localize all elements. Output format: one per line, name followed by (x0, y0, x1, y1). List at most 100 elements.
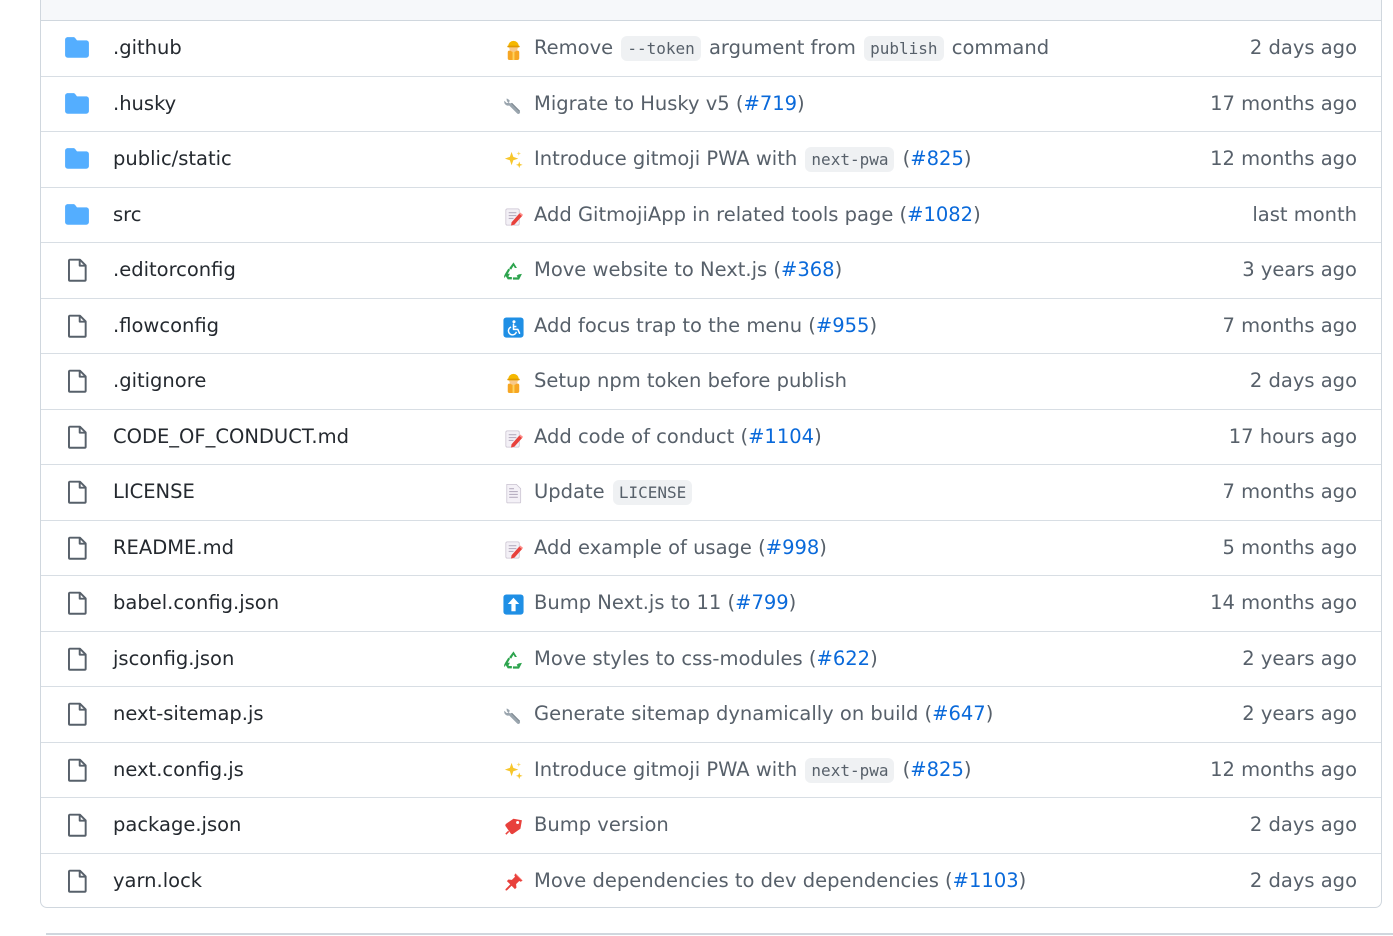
pull-request-link[interactable]: #1104 (748, 425, 814, 448)
file-row[interactable]: next.config.js Introduce gitmoji PWA with… (41, 743, 1381, 798)
pull-request-link[interactable]: #998 (766, 536, 820, 559)
folder-name-link[interactable]: src (113, 202, 141, 228)
commit-message-text[interactable]: Update (534, 480, 611, 503)
commit-age[interactable]: 2 years ago (1242, 701, 1357, 727)
commit-message-text[interactable]: Add GitmojiApp in related tools page ( (534, 203, 907, 226)
file-row[interactable]: .husky Migrate to Husky v5 (#719) 17 month… (41, 77, 1381, 132)
commit-code-snippet[interactable]: next-pwa (805, 147, 895, 172)
file-name-link[interactable]: CODE_OF_CONDUCT.md (113, 424, 349, 450)
file-name-link[interactable]: .gitignore (113, 368, 206, 394)
folder-name-link[interactable]: .github (113, 35, 182, 61)
commit-message-text[interactable]: Generate sitemap dynamically on build ( (534, 702, 932, 725)
file-row[interactable]: LICENSE Update LICENSE 7 months ago (41, 465, 1381, 521)
commit-age[interactable]: 12 months ago (1210, 757, 1357, 783)
pull-request-link[interactable]: #1082 (907, 203, 973, 226)
pull-request-link[interactable]: #368 (781, 258, 835, 281)
commit-age[interactable]: 5 months ago (1222, 535, 1357, 561)
commit-code-snippet[interactable]: --token (621, 36, 701, 61)
commit-message-text[interactable]: ) (964, 758, 972, 781)
commit-message-text[interactable]: ) (869, 314, 877, 337)
commit-age[interactable]: 17 months ago (1210, 91, 1357, 117)
commit-message-text[interactable]: Bump version (534, 813, 669, 836)
commit-age[interactable]: 12 months ago (1210, 146, 1357, 172)
commit-message-text[interactable]: Add example of usage ( (534, 536, 766, 559)
file-row[interactable]: .gitignore Setup npm token before publish… (41, 354, 1381, 410)
pull-request-link[interactable]: #825 (910, 147, 964, 170)
commit-age[interactable]: 2 days ago (1250, 368, 1357, 394)
commit-message-text[interactable]: ) (973, 203, 981, 226)
commit-age[interactable]: 17 hours ago (1229, 424, 1357, 450)
commit-message-text[interactable]: ) (835, 258, 843, 281)
commit-message-text[interactable]: Introduce gitmoji PWA with (534, 147, 803, 170)
file-name-link[interactable]: README.md (113, 535, 234, 561)
pull-request-link[interactable]: #825 (910, 758, 964, 781)
file-name-link[interactable]: package.json (113, 812, 241, 838)
pull-request-link[interactable]: #622 (817, 647, 871, 670)
commit-message-text[interactable]: Move dependencies to dev dependencies ( (534, 869, 953, 892)
commit-age[interactable]: 3 years ago (1242, 257, 1357, 283)
commit-age[interactable]: 2 days ago (1250, 812, 1357, 838)
commit-message-text[interactable]: Add code of conduct ( (534, 425, 748, 448)
file-name-link[interactable]: next-sitemap.js (113, 701, 264, 727)
folder-name-link[interactable]: .husky (113, 91, 176, 117)
file-row[interactable]: yarn.lock Move dependencies to dev depend… (41, 854, 1381, 908)
file-row[interactable]: jsconfig.json Move styles to css-modules … (41, 632, 1381, 687)
folder-name-link[interactable]: public/static (113, 146, 232, 172)
commit-age[interactable]: last month (1252, 202, 1357, 228)
pushpin-icon (502, 871, 525, 894)
commit-message-text[interactable]: Introduce gitmoji PWA with (534, 758, 803, 781)
pull-request-link[interactable]: #647 (932, 702, 986, 725)
commit-age[interactable]: 7 months ago (1222, 313, 1357, 339)
pull-request-link[interactable]: #799 (735, 591, 789, 614)
file-row[interactable]: .github Remove --token argument from publ… (41, 21, 1381, 77)
commit-message-text[interactable]: Setup npm token before publish (534, 369, 847, 392)
commit-message-text[interactable]: ( (896, 758, 911, 781)
commit-age[interactable]: 14 months ago (1210, 590, 1357, 616)
commit-message-text[interactable]: command (946, 36, 1049, 59)
commit-message-text[interactable]: Remove (534, 36, 619, 59)
file-row[interactable]: CODE_OF_CONDUCT.md Add code of conduct (#… (41, 410, 1381, 465)
commit-message-text[interactable]: Migrate to Husky v5 ( (534, 92, 743, 115)
commit-message-text[interactable]: ) (797, 92, 805, 115)
commit-age[interactable]: 2 years ago (1242, 646, 1357, 672)
commit-age[interactable]: 2 days ago (1250, 868, 1357, 894)
commit-code-snippet[interactable]: LICENSE (612, 480, 693, 505)
file-row[interactable]: .editorconfig Move website to Next.js (#3… (41, 243, 1381, 299)
file-name-link[interactable]: .flowconfig (113, 313, 219, 339)
commit-message-text[interactable]: Bump Next.js to 11 ( (534, 591, 735, 614)
commit-message-text[interactable]: ) (870, 647, 878, 670)
commit-age[interactable]: 2 days ago (1250, 35, 1357, 61)
commit-message-text[interactable]: ) (814, 425, 822, 448)
file-name-link[interactable]: LICENSE (113, 479, 195, 505)
commit-message-text[interactable]: Add focus trap to the menu ( (534, 314, 816, 337)
file-name-link[interactable]: next.config.js (113, 757, 244, 783)
file-row[interactable]: public/static Introduce gitmoji PWA with … (41, 132, 1381, 188)
commit-message-text[interactable]: Move website to Next.js ( (534, 258, 781, 281)
file-row[interactable]: .flowconfig Add focus trap to the menu (#… (41, 299, 1381, 354)
pull-request-link[interactable]: #955 (816, 314, 870, 337)
file-name-link[interactable]: babel.config.json (113, 590, 279, 616)
commit-message: Introduce gitmoji PWA with next-pwa (#82… (534, 146, 971, 173)
commit-message-text[interactable]: argument from (703, 36, 862, 59)
file-row[interactable]: src Add GitmojiApp in related tools page … (41, 188, 1381, 243)
commit-age[interactable]: 7 months ago (1222, 479, 1357, 505)
commit-message-text[interactable]: ) (964, 147, 972, 170)
commit-message-text[interactable]: ) (789, 591, 797, 614)
commit-message-text[interactable]: ) (1019, 869, 1027, 892)
commit-message-text[interactable]: Move styles to css-modules ( (534, 647, 817, 670)
file-name-link[interactable]: .editorconfig (113, 257, 236, 283)
file-row[interactable]: next-sitemap.js Generate sitemap dynamica… (41, 687, 1381, 743)
commit-message-text[interactable]: ) (986, 702, 994, 725)
file-row[interactable]: babel.config.json Bump Next.js to 11 (#79… (41, 576, 1381, 632)
commit-message: Add example of usage (#998) (534, 535, 827, 561)
file-row[interactable]: package.json Bump version 2 days ago (41, 798, 1381, 854)
commit-code-snippet[interactable]: next-pwa (805, 757, 895, 783)
pull-request-link[interactable]: #719 (743, 92, 797, 115)
file-name-link[interactable]: jsconfig.json (113, 646, 234, 672)
file-row[interactable]: README.md Add example of usage (#998) 5 mo… (41, 521, 1381, 576)
commit-code-snippet[interactable]: publish (864, 36, 944, 61)
commit-message-text[interactable]: ( (896, 147, 911, 170)
commit-message-text[interactable]: ) (819, 536, 827, 559)
pull-request-link[interactable]: #1103 (953, 869, 1019, 892)
file-name-link[interactable]: yarn.lock (113, 868, 202, 894)
